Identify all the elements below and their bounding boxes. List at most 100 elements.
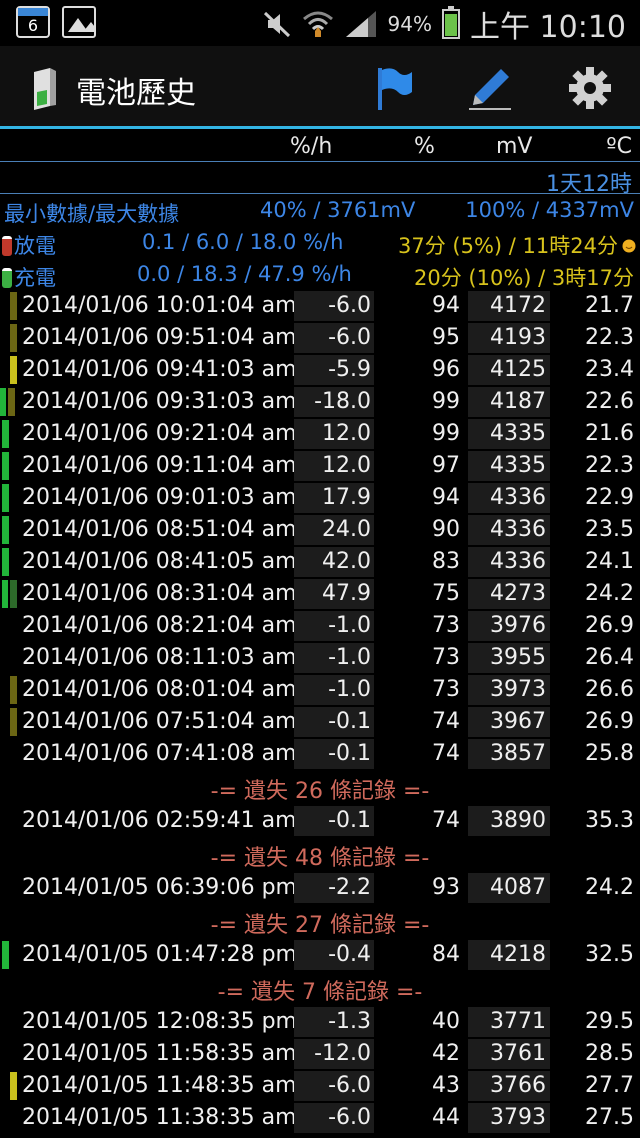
record-temp: 24.2 xyxy=(585,581,634,606)
record-rate: 17.9 xyxy=(294,483,374,513)
action-bar: 電池歷史 xyxy=(0,46,640,126)
calendar-icon: 6 xyxy=(16,6,50,38)
charge-indicator-bar xyxy=(10,324,17,352)
record-voltage: 3857 xyxy=(468,739,550,769)
table-row[interactable]: 2014/01/06 09:01:03 am 17.9 94 4336 22.9 xyxy=(0,482,640,514)
table-row[interactable]: 2014/01/06 08:21:04 am -1.0 73 3976 26.9 xyxy=(0,610,640,642)
col-percent: % xyxy=(414,134,435,159)
record-rate: -6.0 xyxy=(294,323,374,353)
flag-icon xyxy=(378,68,412,110)
record-temp: 26.6 xyxy=(585,677,634,702)
record-date: 2014/01/06 09:41:03 am xyxy=(22,357,297,382)
table-row[interactable]: 2014/01/06 09:51:04 am -6.0 95 4193 22.3 xyxy=(0,322,640,354)
record-percent: 43 xyxy=(432,1073,460,1098)
record-percent: 42 xyxy=(432,1041,460,1066)
record-date: 2014/01/06 07:41:08 am xyxy=(22,741,297,766)
record-date: 2014/01/06 09:51:04 am xyxy=(22,325,297,350)
record-date: 2014/01/05 11:38:35 am xyxy=(22,1105,297,1130)
record-percent: 74 xyxy=(432,741,460,766)
record-percent: 83 xyxy=(432,549,460,574)
record-temp: 26.9 xyxy=(585,709,634,734)
table-row[interactable]: 2014/01/06 08:01:04 am -1.0 73 3973 26.6 xyxy=(0,674,640,706)
record-temp: 23.4 xyxy=(585,357,634,382)
table-row[interactable]: 2014/01/05 06:39:06 pm -2.2 93 4087 24.2 xyxy=(0,872,640,904)
record-rate: -18.0 xyxy=(294,387,374,417)
record-voltage: 4172 xyxy=(468,291,550,321)
table-row[interactable]: 2014/01/06 08:41:05 am 42.0 83 4336 24.1 xyxy=(0,546,640,578)
charge-indicator-bar xyxy=(2,452,9,480)
record-rate: 12.0 xyxy=(294,419,374,449)
col-voltage: mV xyxy=(496,134,533,159)
table-row[interactable]: 2014/01/06 07:51:04 am -0.1 74 3967 26.9 xyxy=(0,706,640,738)
table-row[interactable]: 2014/01/06 02:59:41 am -0.1 74 3890 35.3 xyxy=(0,805,640,837)
table-row[interactable]: 2014/01/05 11:48:35 am -6.0 43 3766 27.7 xyxy=(0,1070,640,1102)
table-row[interactable]: 2014/01/05 11:38:35 am -6.0 44 3793 27.5 xyxy=(0,1102,640,1134)
record-voltage: 4087 xyxy=(468,873,550,903)
page-title: 電池歷史 xyxy=(76,76,196,111)
min-value: 40% / 3761mV xyxy=(260,198,416,222)
record-voltage: 4336 xyxy=(468,483,550,513)
record-rate: 24.0 xyxy=(294,515,374,545)
record-rate: -12.0 xyxy=(294,1039,374,1069)
record-date: 2014/01/06 09:11:04 am xyxy=(22,453,297,478)
edit-button[interactable] xyxy=(462,60,518,116)
record-rate: -1.0 xyxy=(294,643,374,673)
table-row[interactable]: 2014/01/05 12:08:35 pm -1.3 40 3771 29.5 xyxy=(0,1006,640,1038)
record-rate: 47.9 xyxy=(294,579,374,609)
record-temp: 32.5 xyxy=(585,942,634,967)
table-row[interactable]: 2014/01/06 08:51:04 am 24.0 90 4336 23.5 xyxy=(0,514,640,546)
wifi-icon xyxy=(302,11,333,37)
table-row[interactable]: 2014/01/06 07:41:08 am -0.1 74 3857 25.8 xyxy=(0,738,640,770)
record-date: 2014/01/06 09:21:04 am xyxy=(22,421,297,446)
discharge-time: 37分 (5%) / 11時24分 xyxy=(398,234,618,258)
record-rate: -0.1 xyxy=(294,739,374,769)
record-percent: 99 xyxy=(432,421,460,446)
mute-icon xyxy=(263,11,290,38)
table-row[interactable]: 2014/01/05 11:58:35 am -12.0 42 3761 28.5 xyxy=(0,1038,640,1070)
charge-indicator-bar xyxy=(10,1072,17,1100)
table-row[interactable]: 2014/01/06 10:01:04 am -6.0 94 4172 21.7 xyxy=(0,290,640,322)
record-voltage: 4273 xyxy=(468,579,550,609)
record-date: 2014/01/06 09:31:03 am xyxy=(22,389,297,414)
record-temp: 22.9 xyxy=(585,485,634,510)
record-date: 2014/01/05 11:58:35 am xyxy=(22,1041,297,1066)
table-row[interactable]: 2014/01/06 09:11:04 am 12.0 97 4335 22.3 xyxy=(0,450,640,482)
charge-label: 充電 xyxy=(14,266,56,290)
record-date: 2014/01/06 10:01:04 am xyxy=(22,293,297,318)
record-temp: 22.3 xyxy=(585,453,634,478)
record-date: 2014/01/05 06:39:06 pm xyxy=(22,875,297,900)
settings-button[interactable] xyxy=(562,60,618,116)
charge-time: 20分 (10%) / 3時17分 xyxy=(414,266,634,290)
table-row[interactable]: 2014/01/06 09:41:03 am -5.9 96 4125 23.4 xyxy=(0,354,640,386)
battery-percent: 94% xyxy=(387,12,432,36)
table-row[interactable]: 2014/01/05 01:47:28 pm -0.4 84 4218 32.5 xyxy=(0,939,640,971)
pen-icon xyxy=(469,69,511,110)
record-temp: 24.2 xyxy=(585,875,634,900)
table-row[interactable]: 2014/01/06 08:11:03 am -1.0 73 3955 26.4 xyxy=(0,642,640,674)
record-voltage: 4125 xyxy=(468,355,550,385)
discharge-label-wrap: 放電 xyxy=(2,230,56,260)
record-rate: 12.0 xyxy=(294,451,374,481)
record-voltage: 4336 xyxy=(468,515,550,545)
record-percent: 94 xyxy=(432,293,460,318)
record-date: 2014/01/06 08:11:03 am xyxy=(22,645,297,670)
charge-indicator-bar xyxy=(10,580,17,608)
record-rate: -1.0 xyxy=(294,675,374,705)
table-row[interactable]: 2014/01/06 09:21:04 am 12.0 99 4335 21.6 xyxy=(0,418,640,450)
record-voltage: 3761 xyxy=(468,1039,550,1069)
table-row[interactable]: 2014/01/06 08:31:04 am 47.9 75 4273 24.2 xyxy=(0,578,640,610)
record-voltage: 3793 xyxy=(468,1103,550,1133)
record-rate: -1.3 xyxy=(294,1007,374,1037)
battery-logo-icon[interactable] xyxy=(30,66,58,110)
record-temp: 25.8 xyxy=(585,741,634,766)
record-date: 2014/01/06 02:59:41 am xyxy=(22,808,297,833)
history-table[interactable]: 2014/01/06 10:01:04 am -6.0 94 4172 21.7 2014… xyxy=(0,290,640,1134)
record-rate: -1.0 xyxy=(294,611,374,641)
flag-button[interactable] xyxy=(364,60,420,116)
record-voltage: 3976 xyxy=(468,611,550,641)
table-row[interactable]: 2014/01/06 09:31:03 am -18.0 99 4187 22.6 xyxy=(0,386,640,418)
record-voltage: 4335 xyxy=(468,419,550,449)
record-temp: 22.6 xyxy=(585,389,634,414)
discharge-rates: 0.1 / 6.0 / 18.0 %/h xyxy=(142,230,344,254)
record-date: 2014/01/06 07:51:04 am xyxy=(22,709,297,734)
